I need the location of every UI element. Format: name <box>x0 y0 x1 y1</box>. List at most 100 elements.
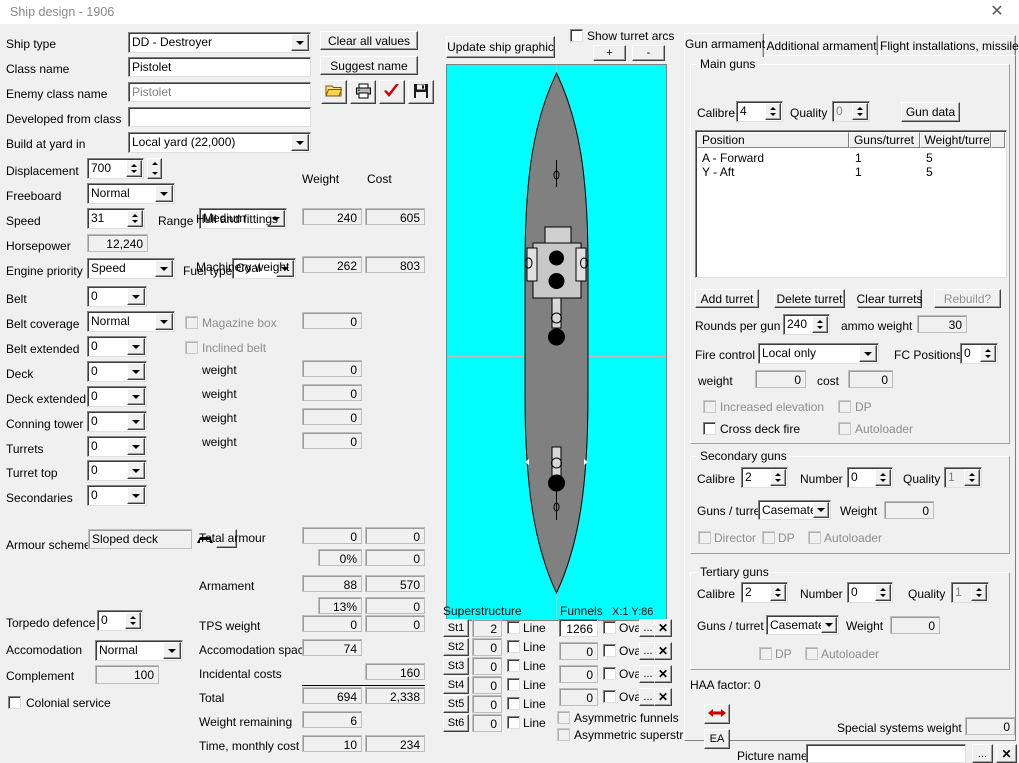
increased-elevation-checkbox[interactable] <box>703 400 716 413</box>
main-calibre-stepper[interactable]: 4 <box>736 101 783 122</box>
inclined-belt-checkbox[interactable] <box>185 341 198 354</box>
superstructure-line-checkbox-1[interactable] <box>507 621 520 634</box>
enemy-class-name-input[interactable]: Pistolet <box>128 82 311 102</box>
superstructure-button-4[interactable]: St4 <box>443 676 469 694</box>
secondary-number-stepper[interactable]: 0 <box>847 467 893 488</box>
conning-tower-select[interactable]: 0 <box>87 411 147 432</box>
fc-positions-spin-buttons[interactable] <box>980 345 996 362</box>
superstructure-line-checkbox-4[interactable] <box>507 678 520 691</box>
belt-select[interactable]: 0 <box>87 286 147 307</box>
main-calibre-spin-buttons[interactable] <box>765 103 781 120</box>
funnel-oval-checkbox-4[interactable] <box>603 690 616 703</box>
main-quality-stepper[interactable]: 0 <box>832 101 870 122</box>
superstructure-value-3[interactable]: 0 <box>472 657 502 675</box>
tertiary-calibre-stepper[interactable]: 2 <box>741 582 788 603</box>
save-button[interactable] <box>408 80 434 104</box>
zoom-out-button[interactable]: - <box>632 45 665 61</box>
turret-top-select[interactable]: 0 <box>87 460 147 481</box>
superstructure-value-1[interactable]: 2 <box>472 619 502 637</box>
chevron-down-icon[interactable] <box>127 487 145 504</box>
superstructure-value-2[interactable]: 0 <box>472 638 502 656</box>
main-dp-checkbox[interactable] <box>838 400 851 413</box>
secondary-calibre-stepper[interactable]: 2 <box>741 467 788 488</box>
superstructure-line-checkbox-2[interactable] <box>507 640 520 653</box>
magazine-box-checkbox[interactable] <box>185 316 198 329</box>
superstructure-line-checkbox-3[interactable] <box>507 659 520 672</box>
displacement-extra-spin[interactable] <box>147 158 162 179</box>
funnel-clear-button-2[interactable]: ✕ <box>654 642 672 660</box>
build-at-yard-select[interactable]: Local yard (22,000) <box>128 132 311 153</box>
clear-all-values-button[interactable]: Clear all values <box>320 31 418 50</box>
rounds-per-gun-spin-buttons[interactable] <box>812 316 828 333</box>
chevron-down-icon[interactable] <box>155 260 173 277</box>
secondary-dp-checkbox[interactable] <box>762 531 775 544</box>
tertiary-number-stepper[interactable]: 0 <box>847 582 893 603</box>
funnel-oval-checkbox-3[interactable] <box>603 667 616 680</box>
turret-list[interactable]: Position Guns/turret Weight/turret A - F… <box>695 130 1007 278</box>
tab-gun-armament[interactable]: Gun armament <box>684 33 764 57</box>
funnel-clear-button-1[interactable]: ✕ <box>654 619 672 637</box>
tab-additional-armament[interactable]: Additional armament <box>765 35 878 57</box>
turret-col-position[interactable]: Position <box>697 132 849 148</box>
chevron-down-icon[interactable] <box>127 438 145 455</box>
torpedo-defence-stepper[interactable]: 0 <box>97 610 143 631</box>
secondary-number-spin-buttons[interactable] <box>875 469 891 486</box>
cross-deck-fire-checkbox[interactable] <box>703 422 716 435</box>
table-row[interactable]: Y - Aft 1 5 <box>698 165 1004 179</box>
tab-flight-installations-missiles[interactable]: Flight installations, missiles <box>879 35 1016 57</box>
chevron-down-icon[interactable] <box>813 502 829 518</box>
funnel-value-1[interactable]: 1266 <box>559 619 598 637</box>
chevron-down-icon[interactable] <box>859 345 877 362</box>
superstructure-button-2[interactable]: St2 <box>443 638 469 656</box>
chevron-down-icon[interactable] <box>155 185 173 202</box>
chevron-down-icon[interactable] <box>291 134 309 151</box>
main-autoloader-checkbox[interactable] <box>838 422 851 435</box>
tertiary-guns-per-turret-select[interactable]: Casemate: <box>766 615 839 635</box>
torpedo-defence-spin-buttons[interactable] <box>125 612 141 629</box>
secondary-quality-spin-buttons[interactable] <box>964 469 980 486</box>
superstructure-line-checkbox-6[interactable] <box>507 716 520 729</box>
chevron-down-icon[interactable] <box>127 288 145 305</box>
freeboard-select[interactable]: Normal <box>87 183 175 204</box>
fire-control-select[interactable]: Local only <box>758 343 879 364</box>
funnel-oval-checkbox-1[interactable] <box>603 621 616 634</box>
superstructure-button-6[interactable]: St6 <box>443 714 469 732</box>
speed-stepper[interactable]: 31 <box>87 208 145 229</box>
chevron-down-icon[interactable] <box>127 338 145 355</box>
print-button[interactable] <box>350 80 376 104</box>
asymmetric-superstructure-checkbox[interactable] <box>557 728 570 741</box>
table-row[interactable]: A - Forward 1 5 <box>698 151 1004 165</box>
fc-positions-stepper[interactable]: 0 <box>960 343 998 364</box>
class-name-input[interactable]: Pistolet <box>128 57 311 77</box>
turret-col-extra[interactable] <box>991 132 1005 148</box>
secondary-calibre-spin-buttons[interactable] <box>770 469 786 486</box>
turret-col-weight[interactable]: Weight/turret <box>920 132 992 148</box>
main-quality-spin-buttons[interactable] <box>852 103 868 120</box>
speed-spin-buttons[interactable] <box>127 210 143 227</box>
picture-clear-button[interactable]: ✕ <box>996 744 1017 763</box>
secondary-director-checkbox[interactable] <box>698 531 711 544</box>
chevron-down-icon[interactable] <box>127 462 145 479</box>
funnel-clear-button-3[interactable]: ✕ <box>654 665 672 683</box>
secondaries-select[interactable]: 0 <box>87 485 147 506</box>
tertiary-quality-stepper[interactable]: 1 <box>951 582 989 603</box>
displacement-stepper[interactable]: 700 <box>87 158 144 179</box>
rounds-per-gun-stepper[interactable]: 240 <box>783 314 830 335</box>
picture-name-input[interactable] <box>806 744 966 763</box>
tertiary-number-spin-buttons[interactable] <box>875 584 891 601</box>
suggest-name-button[interactable]: Suggest name <box>320 56 418 75</box>
secondary-quality-stepper[interactable]: 1 <box>944 467 982 488</box>
funnel-value-3[interactable]: 0 <box>559 665 598 683</box>
belt-extended-select[interactable]: 0 <box>87 336 147 357</box>
superstructure-value-6[interactable]: 0 <box>472 714 502 732</box>
tertiary-quality-spin-buttons[interactable] <box>971 584 987 601</box>
chevron-down-icon[interactable] <box>291 34 309 51</box>
belt-coverage-select[interactable]: Normal <box>87 311 175 332</box>
chevron-down-icon[interactable] <box>821 617 837 633</box>
colonial-service-checkbox[interactable] <box>8 696 21 709</box>
deck-extended-select[interactable]: 0 <box>87 386 147 407</box>
ship-type-select[interactable]: DD - Destroyer <box>128 32 311 53</box>
gun-data-button[interactable]: Gun data <box>901 102 960 122</box>
turret-col-guns[interactable]: Guns/turret <box>849 132 920 148</box>
picture-browse-button[interactable]: ... <box>972 744 993 763</box>
